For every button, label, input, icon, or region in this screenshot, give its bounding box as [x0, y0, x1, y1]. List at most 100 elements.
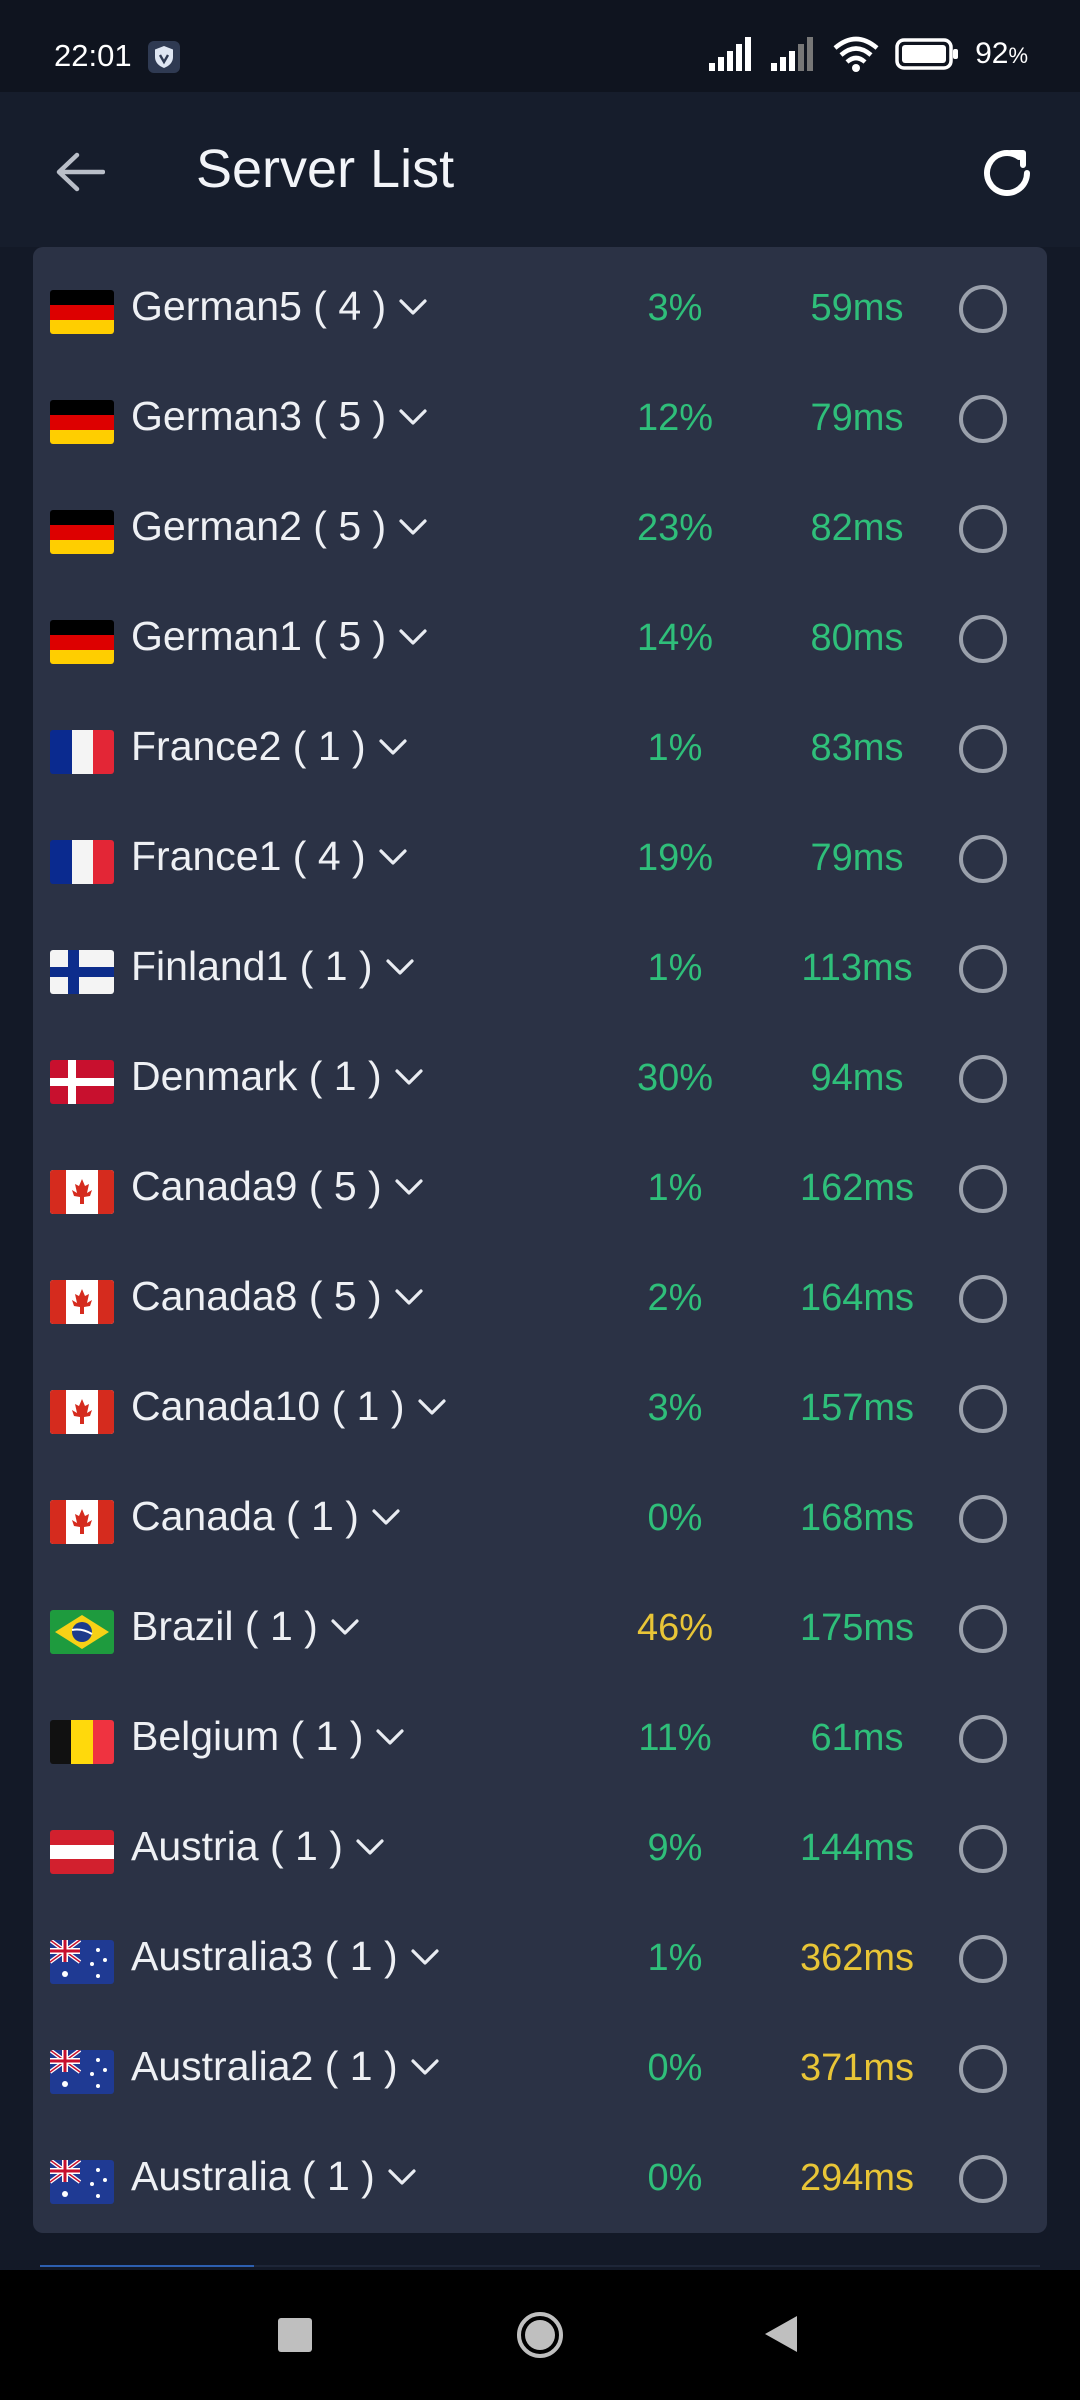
chevron-down-icon[interactable] — [410, 1947, 440, 1967]
server-name[interactable]: France1 ( 4 ) — [131, 833, 408, 880]
chevron-down-icon[interactable] — [375, 1727, 405, 1747]
chevron-down-icon[interactable] — [394, 1067, 424, 1087]
server-name[interactable]: Belgium ( 1 ) — [131, 1713, 405, 1760]
server-name[interactable]: German3 ( 5 ) — [131, 393, 428, 440]
server-select-radio[interactable] — [959, 1935, 1007, 1983]
server-select-radio[interactable] — [959, 2155, 1007, 2203]
server-select-radio[interactable] — [959, 1605, 1007, 1653]
flag-fi-icon — [50, 950, 114, 994]
app-bar: Server List — [0, 92, 1080, 247]
server-row[interactable]: Canada8 ( 5 ) 2% 164ms — [33, 1247, 1047, 1357]
chevron-down-icon[interactable] — [394, 1287, 424, 1307]
server-name-label: German1 ( 5 ) — [131, 613, 387, 659]
flag-br-icon — [50, 1610, 114, 1654]
server-row[interactable]: Denmark ( 1 ) 30% 94ms — [33, 1027, 1047, 1137]
server-name[interactable]: Denmark ( 1 ) — [131, 1053, 424, 1100]
server-row[interactable]: Finland1 ( 1 ) 1% 113ms — [33, 917, 1047, 1027]
server-load: 1% — [647, 727, 703, 769]
server-row[interactable]: Australia3 ( 1 ) 1% 362ms — [33, 1907, 1047, 2017]
server-select-radio[interactable] — [959, 835, 1007, 883]
server-name[interactable]: Finland1 ( 1 ) — [131, 943, 415, 990]
status-time: 22:01 — [54, 38, 132, 73]
chevron-down-icon[interactable] — [330, 1617, 360, 1637]
server-name-label: Australia3 ( 1 ) — [131, 1933, 398, 1979]
server-name-label: Finland1 ( 1 ) — [131, 943, 373, 989]
chevron-down-icon[interactable] — [398, 407, 428, 427]
server-select-radio[interactable] — [959, 1825, 1007, 1873]
server-name-label: Brazil ( 1 ) — [131, 1603, 318, 1649]
server-row[interactable]: France2 ( 1 ) 1% 83ms — [33, 697, 1047, 807]
server-row[interactable]: Belgium ( 1 ) 11% 61ms — [33, 1687, 1047, 1797]
refresh-button[interactable] — [964, 130, 1050, 216]
server-select-radio[interactable] — [959, 395, 1007, 443]
chevron-down-icon[interactable] — [398, 297, 428, 317]
chevron-down-icon[interactable] — [385, 957, 415, 977]
refresh-icon — [984, 150, 1030, 196]
server-load: 11% — [638, 1717, 712, 1759]
server-name[interactable]: Australia ( 1 ) — [131, 2153, 417, 2200]
server-select-radio[interactable] — [959, 2045, 1007, 2093]
server-ping: 61ms — [810, 1717, 904, 1759]
server-ping: 82ms — [810, 507, 904, 549]
tab-indicator — [40, 2265, 1040, 2267]
server-name[interactable]: German2 ( 5 ) — [131, 503, 428, 550]
server-name[interactable]: Canada10 ( 1 ) — [131, 1383, 447, 1430]
server-name[interactable]: France2 ( 1 ) — [131, 723, 408, 770]
server-select-radio[interactable] — [959, 725, 1007, 773]
chevron-down-icon[interactable] — [371, 1507, 401, 1527]
server-name[interactable]: Brazil ( 1 ) — [131, 1603, 360, 1650]
server-row[interactable]: Canada ( 1 ) 0% 168ms — [33, 1467, 1047, 1577]
server-select-radio[interactable] — [959, 285, 1007, 333]
back-triangle-icon[interactable] — [763, 2314, 799, 2354]
chevron-down-icon[interactable] — [417, 1397, 447, 1417]
server-ping: 59ms — [810, 287, 904, 329]
server-name[interactable]: Canada ( 1 ) — [131, 1493, 401, 1540]
server-name-label: Canada ( 1 ) — [131, 1493, 359, 1539]
server-load: 14% — [636, 617, 714, 659]
server-name[interactable]: Australia3 ( 1 ) — [131, 1933, 440, 1980]
server-row[interactable]: German2 ( 5 ) 23% 82ms — [33, 477, 1047, 587]
server-select-radio[interactable] — [959, 505, 1007, 553]
flag-fr-icon — [50, 840, 114, 884]
arrow-left-icon — [56, 152, 105, 192]
flag-de-icon — [50, 510, 114, 554]
server-name[interactable]: Austria ( 1 ) — [131, 1823, 385, 1870]
chevron-down-icon[interactable] — [378, 847, 408, 867]
chevron-down-icon[interactable] — [355, 1837, 385, 1857]
server-name[interactable]: Australia2 ( 1 ) — [131, 2043, 440, 2090]
server-row[interactable]: Brazil ( 1 ) 46% 175ms — [33, 1577, 1047, 1687]
server-row[interactable]: France1 ( 4 ) 19% 79ms — [33, 807, 1047, 917]
server-row[interactable]: German1 ( 5 ) 14% 80ms — [33, 587, 1047, 697]
server-select-radio[interactable] — [959, 1495, 1007, 1543]
server-select-radio[interactable] — [959, 1385, 1007, 1433]
server-select-radio[interactable] — [959, 945, 1007, 993]
signal-icon — [709, 37, 755, 71]
server-select-radio[interactable] — [959, 1055, 1007, 1103]
home-circle-icon[interactable] — [515, 2310, 565, 2360]
back-button[interactable] — [40, 132, 120, 212]
server-select-radio[interactable] — [959, 615, 1007, 663]
server-row[interactable]: Austria ( 1 ) 9% 144ms — [33, 1797, 1047, 1907]
server-row[interactable]: Canada9 ( 5 ) 1% 162ms — [33, 1137, 1047, 1247]
chevron-down-icon[interactable] — [394, 1177, 424, 1197]
chevron-down-icon[interactable] — [398, 517, 428, 537]
flag-ca-icon — [50, 1500, 114, 1544]
chevron-down-icon[interactable] — [378, 737, 408, 757]
server-name[interactable]: German1 ( 5 ) — [131, 613, 428, 660]
server-row[interactable]: Canada10 ( 1 ) 3% 157ms — [33, 1357, 1047, 1467]
flag-de-icon — [50, 290, 114, 334]
server-name[interactable]: German5 ( 4 ) — [131, 283, 428, 330]
server-row[interactable]: Australia ( 1 ) 0% 294ms — [33, 2127, 1047, 2237]
chevron-down-icon[interactable] — [387, 2167, 417, 2187]
recent-apps-square-icon[interactable] — [278, 2318, 312, 2352]
server-name[interactable]: Canada9 ( 5 ) — [131, 1163, 424, 1210]
server-select-radio[interactable] — [959, 1715, 1007, 1763]
server-name[interactable]: Canada8 ( 5 ) — [131, 1273, 424, 1320]
server-row[interactable]: Australia2 ( 1 ) 0% 371ms — [33, 2017, 1047, 2127]
chevron-down-icon[interactable] — [398, 627, 428, 647]
server-row[interactable]: German3 ( 5 ) 12% 79ms — [33, 367, 1047, 477]
server-row[interactable]: German5 ( 4 ) 3% 59ms — [33, 257, 1047, 367]
server-select-radio[interactable] — [959, 1275, 1007, 1323]
chevron-down-icon[interactable] — [410, 2057, 440, 2077]
server-select-radio[interactable] — [959, 1165, 1007, 1213]
